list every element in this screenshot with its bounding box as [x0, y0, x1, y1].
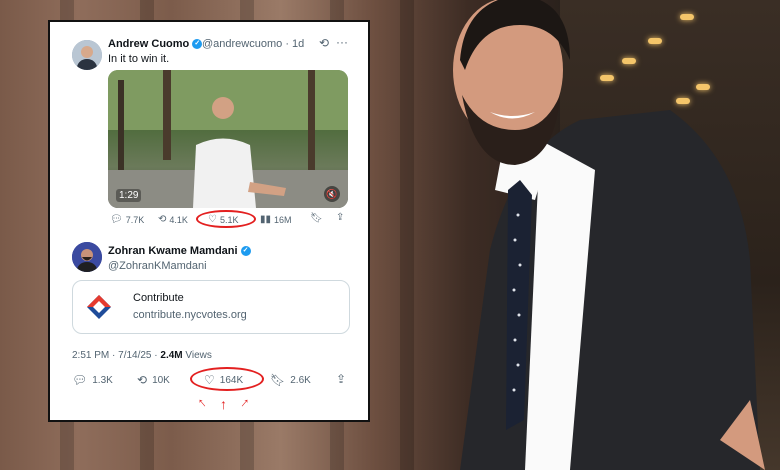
repost-count: 10K: [152, 374, 170, 386]
tweet-text: In it to win it.: [108, 53, 170, 65]
reply-author-handle[interactable]: @ZohranKMamdani: [108, 260, 207, 272]
share-icon: ⇪: [336, 212, 345, 223]
share-icon: ⇪: [336, 372, 347, 386]
video-duration: 1:29: [116, 189, 142, 202]
repost-button[interactable]: ⟲ 10K: [137, 373, 170, 387]
reply-author-name-text: Zohran Kwame Mamdani: [108, 245, 238, 257]
repost-icon: ⟲: [137, 373, 148, 387]
annotation-arrow: ↑: [220, 396, 227, 412]
reply-count: 1.3K: [92, 374, 113, 386]
reply-author-name[interactable]: Zohran Kwame Mamdani ✓: [108, 245, 251, 257]
video-player[interactable]: 1:29 🔇: [108, 70, 348, 208]
video-frame: [108, 70, 348, 208]
views-total: 2.4M: [160, 350, 183, 361]
post-timestamp: 2:51 PM · 7/14/25 · 2.4M Views: [72, 350, 212, 361]
avatar-image: [72, 242, 102, 272]
reply-count: 7.7K: [125, 214, 145, 225]
mamdani-avatar[interactable]: [72, 242, 102, 272]
nycvotes-logo: [87, 295, 111, 319]
cuomo-avatar[interactable]: [72, 40, 102, 70]
link-title: Contribute: [133, 292, 184, 304]
bookmark-icon: 🔖︎: [270, 373, 286, 387]
more-icon[interactable]: ···: [336, 35, 348, 49]
bookmark-count: 2.6K: [290, 374, 311, 386]
reply-button[interactable]: 💬︎ 1.3K: [72, 373, 113, 387]
grok-icon[interactable]: ⟲: [319, 36, 329, 50]
author-name[interactable]: Andrew Cuomo ✓: [108, 38, 203, 50]
avatar-image: [72, 40, 102, 70]
handle-text: @andrewcuomo: [202, 38, 283, 50]
mute-icon[interactable]: 🔇: [324, 186, 340, 202]
curtain-fold: [400, 0, 414, 470]
verified-icon: ✓: [192, 39, 203, 50]
reply-button[interactable]: 💬︎ 7.7K: [110, 214, 144, 225]
author-name-text: Andrew Cuomo: [108, 38, 190, 50]
bookmark-icon: 🔖︎: [310, 213, 323, 224]
share-button[interactable]: ⇪: [336, 212, 344, 223]
repost-button[interactable]: ⟲ 4.1K: [158, 214, 188, 225]
bookmark-button[interactable]: 🔖︎: [310, 213, 323, 224]
reply-icon: 💬︎: [110, 214, 123, 225]
time-ago: · 1d: [285, 38, 305, 50]
link-url: contribute.nycvotes.org: [133, 309, 247, 321]
repost-icon: ⟲: [158, 214, 167, 225]
verified-icon: ✓: [240, 246, 251, 257]
like-highlight-circle: [190, 367, 264, 391]
timestamp-text: 2:51 PM · 7/14/25 ·: [72, 350, 161, 361]
contribute-link-card[interactable]: Contribute contribute.nycvotes.org: [72, 280, 350, 334]
views-button[interactable]: ▮▮ 16M: [260, 214, 292, 225]
views-count: 16M: [274, 214, 292, 225]
reply-icon: 💬︎: [72, 373, 88, 387]
share-button[interactable]: ⇪: [336, 372, 346, 386]
author-handle[interactable]: @andrewcuomo · 1d: [202, 38, 304, 50]
views-icon: ▮▮: [260, 214, 272, 225]
bookmark-button[interactable]: 🔖︎ 2.6K: [270, 373, 311, 387]
repost-count: 4.1K: [169, 214, 188, 225]
smiling-man-photo: [453, 0, 765, 470]
views-label: Views: [182, 350, 212, 361]
like-highlight-circle: [196, 210, 256, 228]
